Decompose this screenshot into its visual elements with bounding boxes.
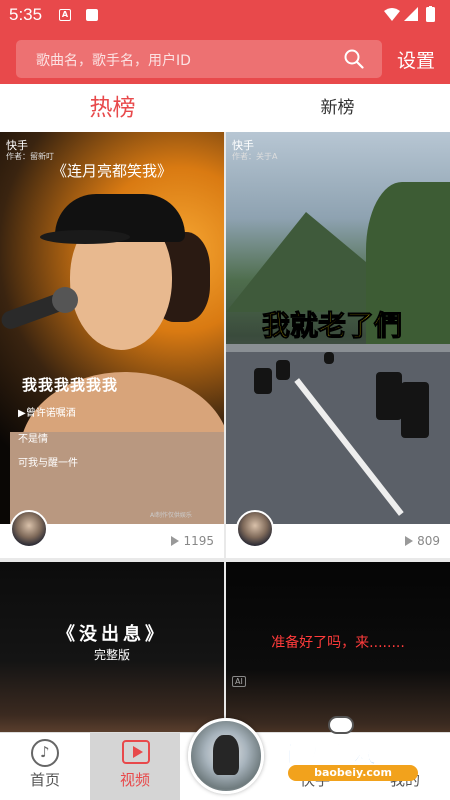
video-overlay-text: 我我我我我我 [22, 376, 119, 394]
nav-video-label: 视频 [119, 771, 150, 789]
ai-badge: AI [232, 676, 246, 687]
wifi-signal-battery-icon [384, 6, 435, 22]
watermark: 宝贝游戏网 baobeiy.com [270, 716, 445, 800]
video-thumbnail[interactable]: 准备好了吗，来........ AI [226, 562, 450, 732]
video-feed: 快手 作者：留新叮 《连月亮都笑我》 我我我我我我 ▶曾许诺嘱酒 不是情 可我与… [0, 132, 450, 732]
video-card[interactable]: 准备好了吗，来........ AI [226, 562, 450, 732]
search-icon[interactable] [344, 49, 364, 73]
chart-tabs: 热榜 新榜 [0, 84, 450, 132]
tab-new[interactable]: 新榜 [225, 84, 450, 132]
search-input[interactable]: 歌曲名，歌手名，用户ID [16, 40, 382, 78]
video-title: 《没出息》 [57, 624, 167, 645]
video-subtitle: 完整版 [93, 648, 130, 662]
card-footer: 809 [226, 510, 450, 558]
lyric-line: ▶曾许诺嘱酒 [18, 408, 76, 419]
video-card[interactable]: 快手 作者：留新叮 《连月亮都笑我》 我我我我我我 ▶曾许诺嘱酒 不是情 可我与… [0, 132, 224, 558]
notification-square-icon [86, 9, 98, 21]
watermark-url: baobeiy.com [288, 765, 418, 781]
play-count: 809 [405, 534, 440, 548]
play-icon [171, 536, 180, 546]
settings-button[interactable]: 设置 [397, 46, 435, 73]
avatar[interactable] [10, 510, 48, 548]
nav-home-label: 首页 [29, 771, 60, 789]
nav-home[interactable]: 首页 [0, 733, 90, 800]
lyric-line: 可我与醒一件 [18, 458, 78, 469]
now-playing-avatar-button[interactable] [188, 718, 264, 794]
notification-a-icon: A [59, 9, 71, 21]
nav-video[interactable]: 视频 [90, 733, 180, 800]
music-note-icon [31, 739, 59, 767]
video-title: 准备好了吗，来........ [271, 635, 405, 651]
video-thumbnail[interactable]: 快手 作者：关于A 我就老了們 [226, 132, 450, 524]
video-thumbnail[interactable]: 《没出息》 完整版 [0, 562, 224, 732]
avatar[interactable] [236, 510, 274, 548]
video-title: 《连月亮都笑我》 [51, 162, 172, 180]
lyric-line: 不是情 [18, 434, 48, 445]
top-header: 歌曲名，歌手名，用户ID 设置 [0, 30, 450, 84]
video-overlay-text: 我就老了們 [261, 309, 403, 343]
status-bar: 5:35 A [0, 0, 450, 30]
video-thumbnail[interactable]: 快手 作者：留新叮 《连月亮都笑我》 我我我我我我 ▶曾许诺嘱酒 不是情 可我与… [0, 132, 224, 524]
card-footer: 1195 [0, 510, 224, 558]
gamepad-icon [328, 716, 354, 734]
video-card[interactable]: 快手 作者：关于A 我就老了們 809 [226, 132, 450, 558]
video-credit: AI制作仅供娱乐 [150, 512, 192, 519]
play-icon [405, 536, 414, 546]
watermark-text: 宝贝游戏网 [278, 740, 403, 769]
video-play-icon [122, 740, 150, 764]
tab-hot[interactable]: 热榜 [0, 84, 225, 132]
status-time: 5:35 [9, 5, 43, 24]
status-icons [382, 6, 442, 28]
video-card[interactable]: 《没出息》 完整版 [0, 562, 224, 732]
search-placeholder: 歌曲名，歌手名，用户ID [36, 53, 191, 69]
video-author: 作者：关于A [232, 152, 278, 161]
play-count: 1195 [171, 534, 214, 548]
